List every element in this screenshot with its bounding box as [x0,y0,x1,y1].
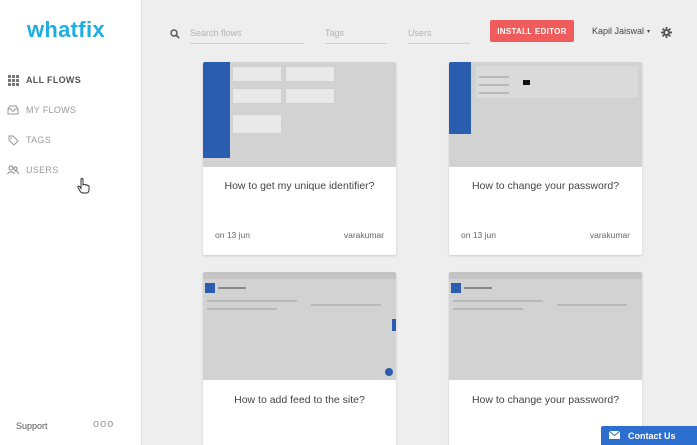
flow-card[interactable]: How to change your password? on 13 jun v… [449,62,642,255]
sidebar-item-label: MY FLOWS [26,105,77,115]
thumb-line [453,300,543,302]
thumb-line [207,300,297,302]
users-field [408,22,470,44]
flow-thumbnail [449,62,642,167]
thumb-scroll [392,319,396,331]
sidebar-item-label: TAGS [26,135,52,145]
flow-card[interactable]: How to change your password? [449,272,642,445]
hand-cursor-icon [77,178,90,199]
flow-title: How to get my unique identifier? [224,180,375,192]
tags-field [325,22,387,44]
thumb-panel [232,88,282,104]
contact-us-button[interactable]: Contact Us [601,426,697,445]
support-link[interactable]: Support [16,421,48,431]
sidebar-item-my-flows[interactable]: MY FLOWS [7,100,76,120]
thumb-sidebar [449,62,471,134]
inbox-icon [7,104,19,116]
tag-icon [7,134,19,146]
user-menu[interactable]: Kapil Jaiswal ▾ [592,26,650,36]
thumb-line [479,76,509,78]
gear-icon[interactable] [661,25,672,43]
more-options-icon[interactable]: ooo [93,418,114,430]
thumb-panel [285,66,335,82]
thumb-line [479,84,509,86]
flow-author: varakumar [343,230,384,240]
sidebar-item-all-flows[interactable]: ALL FLOWS [7,70,81,90]
flow-thumbnail [203,272,396,380]
thumb-topbar [449,272,642,279]
thumb-color-swatch [523,80,530,85]
thumb-panel [285,88,335,104]
mail-icon [608,430,621,441]
search-field [190,22,304,44]
contact-us-label: Contact Us [628,430,676,441]
sidebar-item-label: ALL FLOWS [26,75,82,85]
user-name: Kapil Jaiswal [592,26,645,36]
users-icon [7,164,19,176]
flow-date: on 13 jun [215,230,250,240]
grid-icon [7,74,19,86]
thumb-topbar [203,272,396,279]
thumb-line [453,308,523,310]
thumb-line [557,304,627,306]
flow-title: How to add feed to the site? [234,394,365,406]
flow-title: How to change your password? [471,394,620,406]
thumb-line [218,287,246,289]
flow-date: on 13 jun [461,230,496,240]
flow-title: How to change your password? [471,180,620,192]
thumb-line [479,92,509,94]
thumb-dot [385,368,393,376]
sidebar-item-tags[interactable]: TAGS [7,130,51,150]
tags-input[interactable] [325,22,387,43]
thumb-line [207,308,277,310]
thumb-logo [451,283,461,293]
thumb-line [311,304,381,306]
flow-card[interactable]: How to add feed to the site? [203,272,396,445]
sidebar-item-label: USERS [26,165,59,175]
flow-thumbnail [449,272,642,380]
sidebar-item-users[interactable]: USERS [7,160,59,180]
flow-card[interactable]: How to get my unique identifier? on 13 j… [203,62,396,255]
flow-author: varakumar [589,230,630,240]
whatfix-logo[interactable]: whatfix [27,17,105,43]
search-icon [170,26,180,44]
thumb-line [464,287,492,289]
users-input[interactable] [408,22,470,43]
sidebar: whatfix ALL FLOWS MY FLOWS TAGS USERS Su… [0,0,142,445]
flow-thumbnail [203,62,396,167]
search-input[interactable] [190,22,304,43]
thumb-panel [232,114,282,134]
install-editor-button[interactable]: INSTALL EDITOR [490,20,574,42]
chevron-down-icon: ▾ [647,28,651,35]
thumb-panel [232,66,282,82]
thumb-sidebar [203,62,230,158]
thumb-logo [205,283,215,293]
